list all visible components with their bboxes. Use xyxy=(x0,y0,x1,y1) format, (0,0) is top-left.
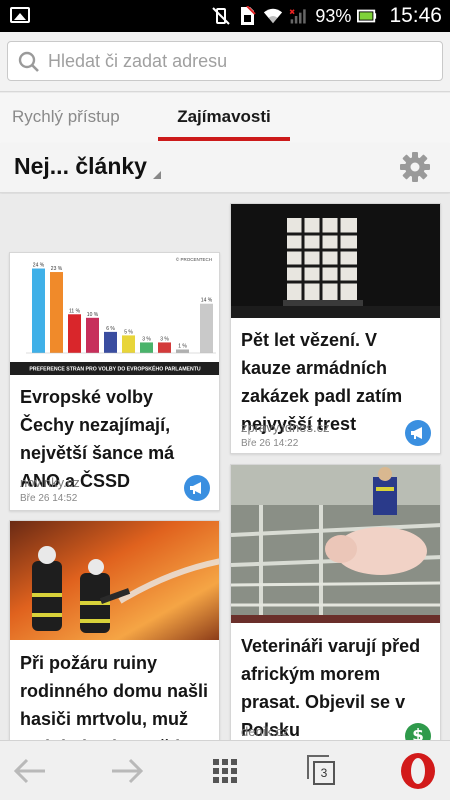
gallery-icon xyxy=(10,7,30,23)
vibrate-off-icon xyxy=(211,6,231,26)
chart-bar-label: 10 % xyxy=(87,312,99,318)
bottom-toolbar: 3 xyxy=(0,740,450,800)
chart-bar xyxy=(122,335,135,353)
chart-bar xyxy=(158,342,171,353)
article-image-chart: © PROCENTECH 24 % 23 % 11 % 10 % 6 % 5 % 3 % 3 … xyxy=(10,253,219,375)
tab-interesting[interactable]: Zajímavosti xyxy=(158,93,290,143)
chart-bar xyxy=(200,303,213,353)
megaphone-icon[interactable] xyxy=(184,475,210,501)
chart-bar xyxy=(86,317,99,353)
chart-bar xyxy=(50,272,63,353)
status-bar: ✖ 93% 15:46 xyxy=(0,0,450,32)
news-feed[interactable]: © PROCENTECH 24 % 23 % 11 % 10 % 6 % 5 % 3 % 3 … xyxy=(0,194,450,740)
forward-arrow-icon[interactable] xyxy=(97,741,157,800)
gear-icon[interactable] xyxy=(399,151,431,183)
tabs-icon[interactable]: 3 xyxy=(292,741,352,800)
chart-brand: © PROCENTECH xyxy=(176,256,212,262)
tab-strip: Rychlý přístup Zajímavosti xyxy=(0,93,450,143)
speed-dial-grid-icon[interactable] xyxy=(195,741,255,800)
tab-quick-access[interactable]: Rychlý přístup xyxy=(12,93,120,143)
wifi-icon xyxy=(263,6,283,26)
article-headline[interactable]: Při požáru ruiny rodinného domu našli ha… xyxy=(20,649,209,740)
address-bar[interactable] xyxy=(7,41,443,81)
chart-bar-label: 23 % xyxy=(51,266,63,272)
chart-bar-label: 1 % xyxy=(178,343,187,349)
dropdown-caret-icon xyxy=(153,171,161,179)
article-source: zpravy.idnes.cz xyxy=(241,420,330,435)
article-source: denik.cz xyxy=(241,724,289,739)
category-dropdown[interactable]: Nej... články xyxy=(14,153,147,180)
sim-icon xyxy=(237,6,257,26)
article-source: novinky.cz xyxy=(20,475,80,490)
chart-bar-label: 3 % xyxy=(142,336,151,342)
megaphone-icon[interactable] xyxy=(405,420,431,446)
chart-caption: PREFERENCE STRAN PRO VOLBY DO EVROPSKÉHO… xyxy=(29,365,201,373)
signal-icon: ✖ xyxy=(289,6,309,26)
article-image-pig-farm xyxy=(231,465,440,623)
chart-bar-label: 6 % xyxy=(106,326,115,332)
battery-icon xyxy=(357,6,377,26)
search-icon xyxy=(18,51,39,72)
address-bar-area xyxy=(0,32,450,92)
opera-menu-icon[interactable] xyxy=(388,741,448,800)
clock: 15:46 xyxy=(389,4,442,27)
address-input[interactable] xyxy=(48,42,428,80)
tab-count: 3 xyxy=(313,761,335,785)
chart-bar xyxy=(104,331,117,353)
article-date: Bře 26 14:52 xyxy=(20,493,78,504)
chart-bar xyxy=(176,349,189,353)
article-card[interactable]: Pět let vězení. V kauze armádních zakáze… xyxy=(230,203,441,454)
section-header: Nej... články xyxy=(0,143,450,193)
article-card[interactable]: © PROCENTECH 24 % 23 % 11 % 10 % 6 % 5 % 3 % 3 … xyxy=(9,252,220,511)
chart-bar-label: 11 % xyxy=(69,308,81,314)
chart-bar-label: 14 % xyxy=(201,298,213,304)
article-image-window xyxy=(231,204,440,318)
back-arrow-icon[interactable] xyxy=(0,741,60,800)
chart-bar xyxy=(32,268,45,353)
chart-bar-label: 24 % xyxy=(33,263,45,269)
active-tab-indicator xyxy=(158,137,290,141)
chart-bar-label: 5 % xyxy=(124,329,133,335)
article-date: Bře 26 14:22 xyxy=(241,438,299,449)
poll-chart: © PROCENTECH 24 % 23 % 11 % 10 % 6 % 5 % 3 % 3 … xyxy=(10,253,219,375)
chart-bar xyxy=(140,342,153,353)
svg-text:✖: ✖ xyxy=(289,7,295,16)
article-card[interactable]: Při požáru ruiny rodinného domu našli ha… xyxy=(9,520,220,740)
chart-bar-label: 3 % xyxy=(160,336,169,342)
article-image-firefighters xyxy=(10,521,219,640)
battery-percent: 93% xyxy=(315,5,352,26)
article-card[interactable]: Veterináři varují před africkým morem pr… xyxy=(230,464,441,740)
chart-bar xyxy=(68,314,81,353)
